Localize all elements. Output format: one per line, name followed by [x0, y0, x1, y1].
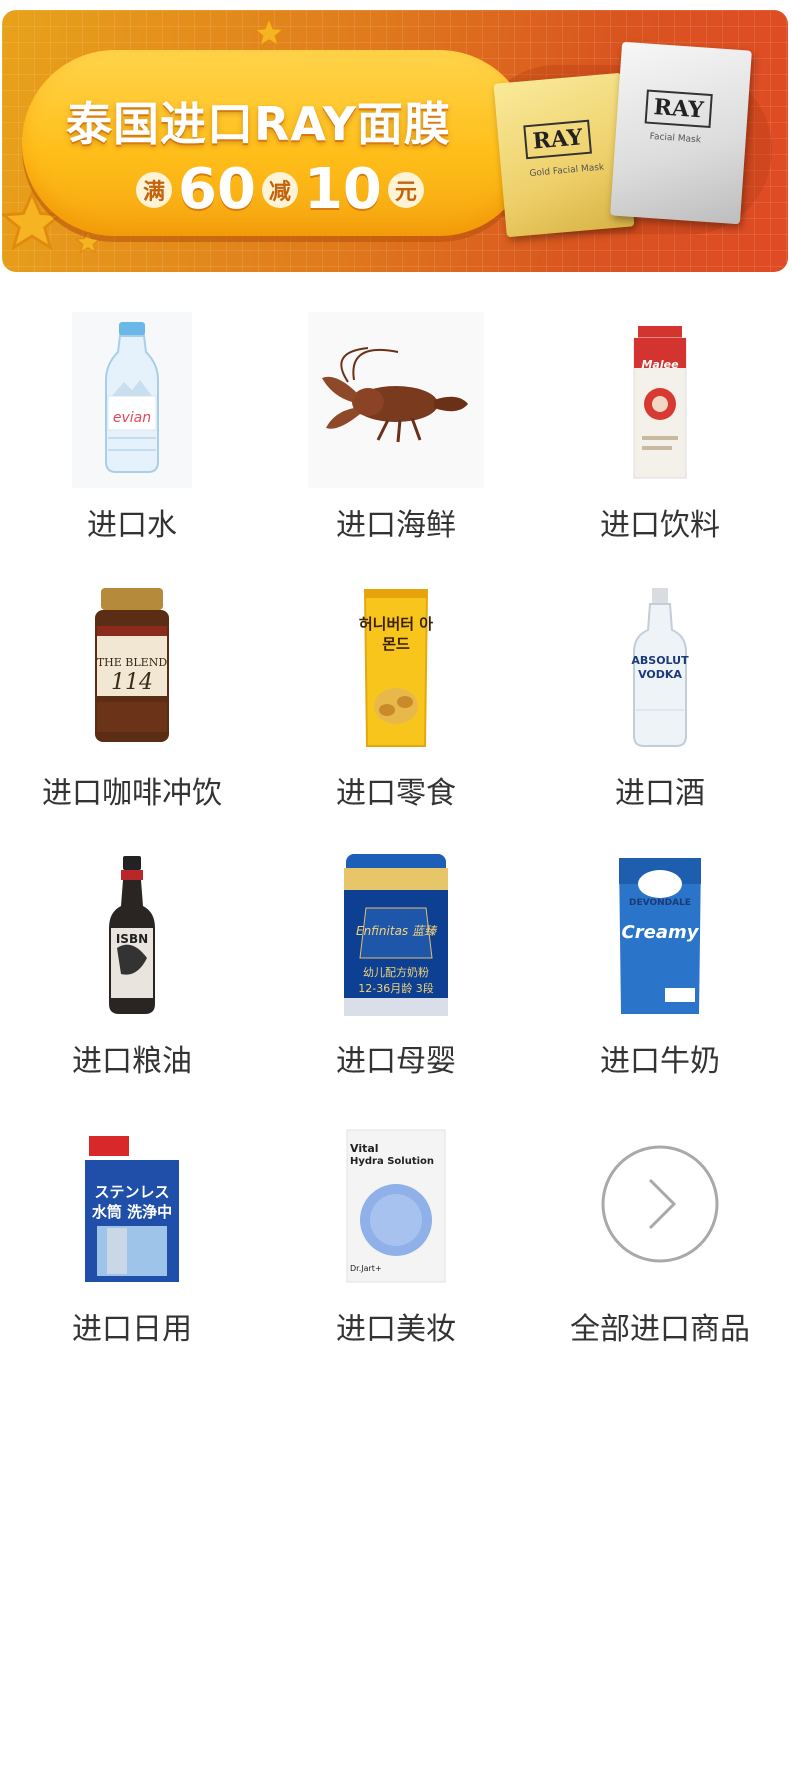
promo-threshold: 60: [178, 157, 256, 222]
product-line-1: ABSOLUT: [631, 654, 689, 667]
product-line-2: 幼儿配方奶粉: [363, 966, 429, 979]
category-imported-milk[interactable]: DEVONDALE Creamy 进口牛奶: [528, 828, 792, 1096]
category-label: 进口零食: [336, 776, 456, 811]
category-label: 全部进口商品: [570, 1312, 750, 1347]
category-label: 进口粮油: [72, 1044, 192, 1079]
water-bottle-icon: evian: [42, 312, 222, 488]
category-imported-baby[interactable]: Enfinitas 蓝臻 幼儿配方奶粉 12-36月龄 3段 进口母婴: [264, 828, 528, 1096]
product-brand-text: 허니버터 아몬드: [358, 615, 434, 653]
mask-brand: RAY: [644, 89, 713, 129]
category-imported-beauty[interactable]: Vital Hydra Solution Dr.Jart+ 进口美妆: [264, 1096, 528, 1364]
product-line-1: DEVONDALE: [629, 898, 691, 908]
banner-title: 泰国进口RAY面膜: [66, 97, 451, 151]
product-line-1: Enfinitas 蓝臻: [355, 924, 436, 938]
category-imported-snacks[interactable]: 허니버터 아몬드 进口零食: [264, 560, 528, 828]
sauce-bottle-icon: ISBN: [42, 848, 222, 1024]
product-line-2: VODKA: [638, 668, 682, 681]
product-line-3: 12-36月龄 3段: [358, 982, 434, 995]
category-label: 进口咖啡冲饮: [42, 776, 222, 811]
mask-subtitle: Gold Facial Mask: [529, 162, 605, 180]
milk-powder-icon: DEVONDALE Creamy: [570, 848, 750, 1024]
product-line-2: 114: [111, 670, 153, 695]
formula-can-icon: Enfinitas 蓝臻 幼儿配方奶粉 12-36月龄 3段: [306, 848, 486, 1024]
product-line-2: Hydra Solution: [350, 1156, 435, 1167]
juice-carton-icon: Malee: [570, 312, 750, 488]
promo-banner[interactable]: 泰国进口RAY面膜 满 60 减 10 元 RAY Gold Facial Ma…: [2, 10, 788, 272]
star-icon: [253, 17, 285, 48]
chevron-right-circle-icon: [570, 1116, 750, 1292]
vodka-bottle-icon: ABSOLUT VODKA: [570, 580, 750, 756]
coffee-jar-icon: THE BLEND 114: [42, 580, 222, 756]
category-imported-coffee[interactable]: THE BLEND 114 进口咖啡冲饮: [0, 560, 264, 828]
mask-brand: RAY: [523, 119, 592, 160]
category-imported-liquor[interactable]: ABSOLUT VODKA 进口酒: [528, 560, 792, 828]
product-line-2: Creamy: [621, 922, 699, 943]
category-imported-drinks[interactable]: Malee 进口饮料: [528, 292, 792, 560]
lobster-icon: [306, 312, 486, 488]
category-label: 进口牛奶: [600, 1044, 720, 1079]
category-imported-seafood[interactable]: 进口海鲜: [264, 292, 528, 560]
product-line-3: Dr.Jart+: [350, 1264, 382, 1273]
cleaner-box-icon: ステンレス水筒 洗浄中: [42, 1116, 222, 1292]
category-label: 进口美妆: [336, 1312, 456, 1347]
category-all-imported[interactable]: 全部进口商品: [528, 1096, 792, 1364]
category-imported-water[interactable]: evian 进口水: [0, 292, 264, 560]
product-brand-text: evian: [112, 410, 152, 426]
product-line-1: Vital: [350, 1142, 379, 1155]
mask-subtitle: Facial Mask: [649, 131, 702, 146]
category-label: 进口水: [87, 508, 177, 543]
product-line-1: THE BLEND: [96, 656, 168, 669]
category-label: 进口海鲜: [336, 508, 456, 543]
face-mask-icon: Vital Hydra Solution Dr.Jart+: [306, 1116, 486, 1292]
category-label: 进口酒: [615, 776, 705, 811]
category-label: 进口饮料: [600, 508, 720, 543]
category-label: 进口日用: [72, 1312, 192, 1347]
product-brand-text: ステンレス水筒 洗浄中: [91, 1183, 173, 1221]
category-imported-grain-oil[interactable]: ISBN 进口粮油: [0, 828, 264, 1096]
product-brand-text: Malee: [641, 358, 679, 371]
promo-text: 满 60 减 10 元: [136, 160, 424, 220]
promo-suffix: 元: [387, 172, 424, 208]
promo-discount: 10: [303, 157, 382, 222]
product-brand-text: ISBN: [115, 932, 149, 946]
category-label: 进口母婴: [336, 1044, 456, 1079]
category-imported-daily[interactable]: ステンレス水筒 洗浄中 进口日用: [0, 1096, 264, 1364]
silver-mask-product: RAY Facial Mask: [610, 41, 752, 225]
snack-bag-icon: 허니버터 아몬드: [306, 580, 486, 756]
promo-prefix: 满: [136, 172, 172, 208]
promo-middle: 减: [261, 172, 298, 208]
